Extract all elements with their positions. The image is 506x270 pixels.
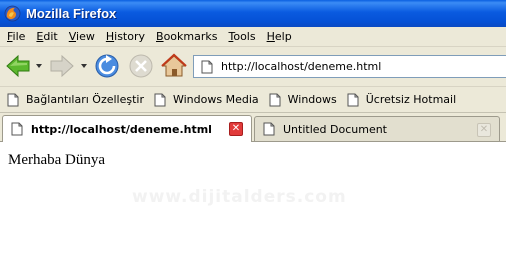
- home-icon: [160, 52, 188, 80]
- forward-button[interactable]: [48, 52, 76, 80]
- stop-button[interactable]: [127, 52, 155, 80]
- page-text: Merhaba Dünya: [8, 152, 106, 168]
- forward-history-dropdown[interactable]: [81, 64, 87, 68]
- tab-label: Untitled Document: [283, 122, 387, 136]
- page-icon: [263, 122, 275, 136]
- menu-bookmarks[interactable]: Bookmarks: [151, 28, 222, 46]
- url-input[interactable]: [221, 60, 501, 73]
- tab-inactive[interactable]: Untitled Document ✕: [254, 116, 500, 141]
- back-history-dropdown[interactable]: [36, 64, 42, 68]
- reload-icon: [93, 52, 121, 80]
- bookmark-label: Windows: [287, 93, 337, 106]
- bookmark-label: Ücretsiz Hotmail: [365, 93, 457, 106]
- page-icon: [347, 93, 359, 107]
- page-content: Merhaba Dünya www.dijitalders.com: [0, 143, 506, 270]
- forward-arrow-icon: [48, 52, 76, 80]
- menu-tools[interactable]: Tools: [223, 28, 260, 46]
- back-arrow-icon: [4, 52, 32, 80]
- stop-icon: [127, 52, 155, 80]
- reload-button[interactable]: [93, 52, 121, 80]
- page-icon: [11, 122, 23, 136]
- bookmark-item[interactable]: Windows: [269, 93, 337, 107]
- address-bar[interactable]: [193, 55, 506, 78]
- bookmarks-toolbar: Bağlantıları Özelleştir Windows Media Wi…: [0, 87, 506, 113]
- tab-active[interactable]: http://localhost/deneme.html ✕: [2, 115, 252, 142]
- bookmark-item[interactable]: Windows Media: [154, 93, 259, 107]
- page-icon: [154, 93, 166, 107]
- page-icon: [269, 93, 281, 107]
- window-title: Mozilla Firefox: [26, 6, 117, 21]
- close-tab-icon[interactable]: ✕: [229, 122, 243, 136]
- menu-file[interactable]: File: [2, 28, 30, 46]
- watermark: www.dijitalders.com: [132, 187, 347, 207]
- menu-help[interactable]: Help: [262, 28, 297, 46]
- firefox-logo-icon: [4, 5, 21, 22]
- bookmark-item[interactable]: Ücretsiz Hotmail: [347, 93, 456, 107]
- menu-bar: File Edit View History Bookmarks Tools H…: [0, 27, 506, 47]
- home-button[interactable]: [160, 52, 188, 80]
- bookmark-label: Bağlantıları Özelleştir: [26, 93, 144, 106]
- close-tab-icon[interactable]: ✕: [477, 123, 491, 137]
- page-icon: [201, 60, 213, 74]
- tab-strip: http://localhost/deneme.html ✕ Untitled …: [0, 113, 506, 142]
- menu-edit[interactable]: Edit: [31, 28, 62, 46]
- tab-label: http://localhost/deneme.html: [31, 122, 212, 136]
- page-icon: [7, 93, 19, 107]
- bookmark-item[interactable]: Bağlantıları Özelleştir: [7, 93, 144, 107]
- menu-view[interactable]: View: [64, 28, 100, 46]
- back-button[interactable]: [4, 52, 32, 80]
- window-titlebar[interactable]: Mozilla Firefox: [0, 0, 506, 27]
- bookmark-label: Windows Media: [172, 93, 259, 106]
- menu-history[interactable]: History: [101, 28, 150, 46]
